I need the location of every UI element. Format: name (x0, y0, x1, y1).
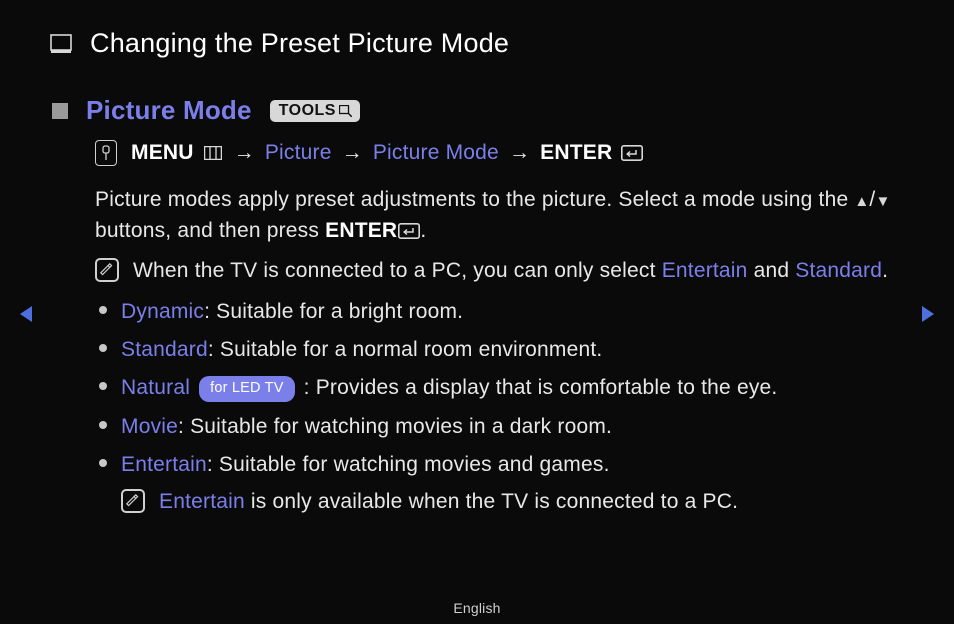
footer-language: English (0, 600, 954, 616)
list-item: Standard: Suitable for a normal room env… (99, 335, 894, 365)
list-item: Natural for LED TV : Provides a display … (99, 373, 894, 403)
arrow-icon: → (232, 141, 257, 165)
bullet-dot-icon (99, 459, 107, 467)
menu-grid-icon (204, 146, 222, 160)
enter-icon (398, 223, 420, 239)
bullet-dot-icon (99, 382, 107, 390)
note-icon (121, 489, 145, 513)
menu-path: MENU → Picture → Picture Mode → ENTER (95, 140, 904, 166)
down-triangle-icon: ▼ (875, 193, 890, 210)
page-title: Changing the Preset Picture Mode (90, 28, 509, 59)
intro-paragraph: Picture modes apply preset adjustments t… (95, 184, 894, 246)
up-triangle-icon: ▲ (854, 193, 869, 210)
remote-icon (95, 140, 117, 166)
book-icon (50, 34, 72, 54)
bullet-dot-icon (99, 421, 107, 429)
arrow-icon: → (507, 141, 532, 165)
arrow-icon: → (340, 141, 365, 165)
bullet-dot-icon (99, 306, 107, 314)
path-menu: MENU (131, 141, 194, 165)
enter-icon (621, 145, 643, 161)
tools-badge: TOOLS (270, 100, 360, 122)
tools-badge-label: TOOLS (279, 102, 336, 120)
mode-list: Dynamic: Suitable for a bright room. Sta… (99, 297, 894, 518)
note-icon (95, 258, 119, 282)
led-tv-badge: for LED TV (199, 376, 294, 402)
path-picture: Picture (265, 141, 332, 165)
nav-prev-button[interactable] (18, 304, 36, 330)
bullet-dot-icon (99, 344, 107, 352)
sub-note: Entertain is only available when the TV … (121, 487, 894, 517)
square-bullet-icon (52, 103, 68, 119)
list-item: Dynamic: Suitable for a bright room. (99, 297, 894, 327)
nav-next-button[interactable] (918, 304, 936, 330)
path-picture-mode: Picture Mode (373, 141, 499, 165)
path-enter: ENTER (540, 141, 612, 165)
list-item: Entertain: Suitable for watching movies … (99, 450, 894, 517)
tools-badge-icon (339, 105, 352, 117)
section-title: Picture Mode (86, 95, 252, 126)
list-item: Movie: Suitable for watching movies in a… (99, 412, 894, 442)
note-pc-connection: When the TV is connected to a PC, you ca… (95, 256, 894, 286)
